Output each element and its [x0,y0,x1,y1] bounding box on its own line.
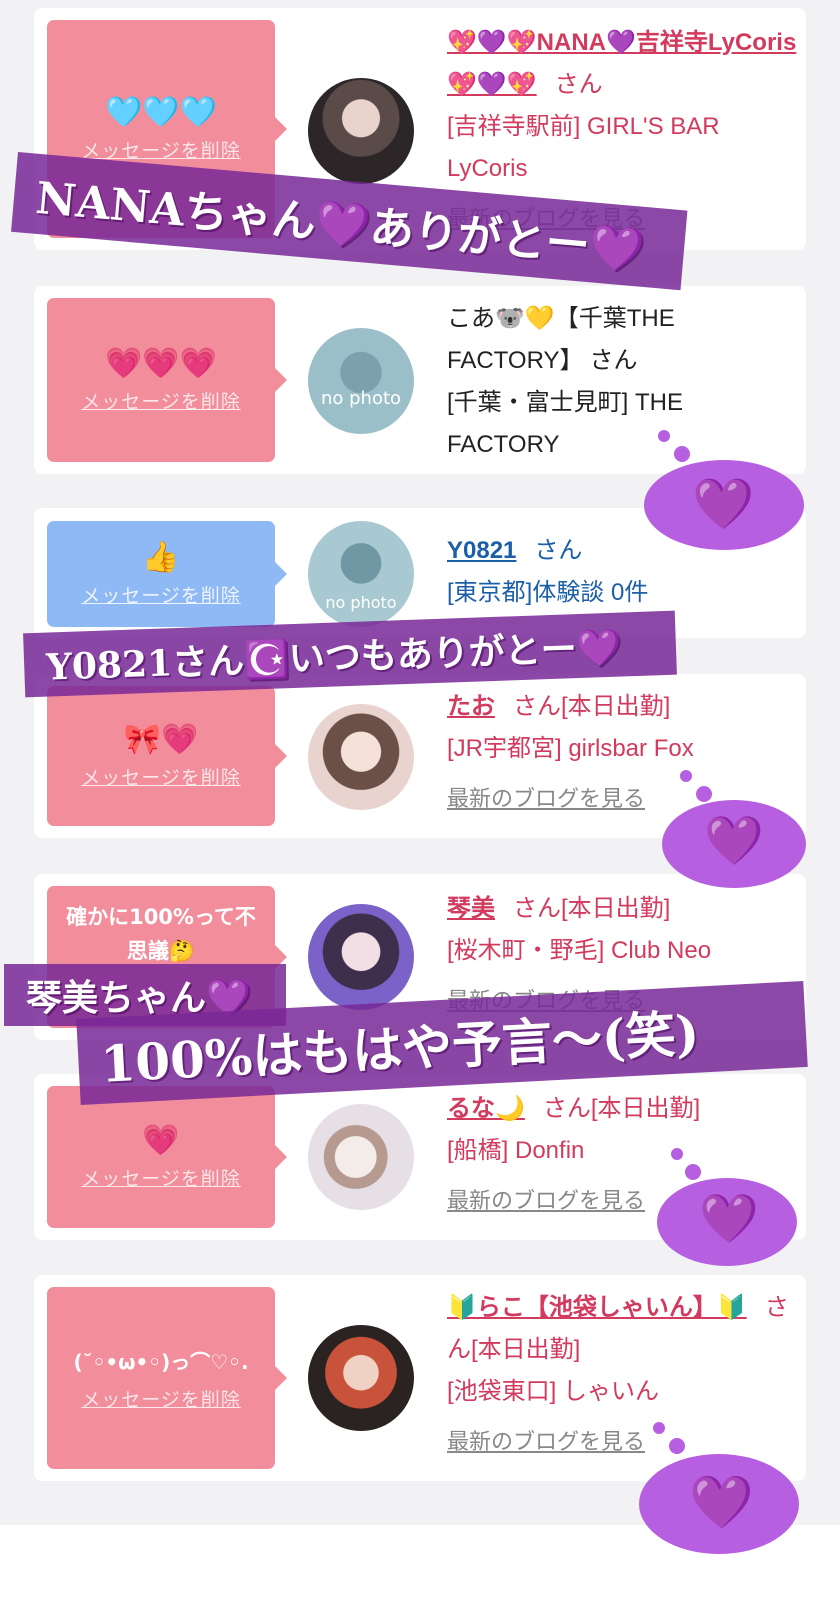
status-badge: [本日出勤] [561,895,671,922]
avatar[interactable] [308,78,414,184]
avatar[interactable]: no photo [308,328,414,434]
shop-name: [東京都]体験談 0件 [447,579,649,606]
avatar[interactable]: no photo [308,521,414,627]
delete-message-link[interactable]: メッセージを削除 [81,581,241,608]
thought-cloud: 💜 [640,430,810,550]
status-badge: [本日出勤] [590,1095,701,1122]
heart-icon: 💜 [699,1191,759,1247]
avatar[interactable] [308,704,414,810]
san-suffix: さん [513,693,561,720]
no-photo-label: no photo [320,388,402,409]
delete-message-link[interactable]: メッセージを削除 [81,763,241,790]
shop-name: [池袋東口] しゃいん [447,1378,660,1405]
san-suffix: さん [513,895,561,922]
san-suffix: さん [589,347,638,374]
message-text: 🎀💗 [123,721,199,757]
avatar[interactable] [308,1104,414,1210]
user-name-link[interactable]: たお [447,693,495,720]
heart-icon: 💜 [689,1473,754,1533]
message-bubble: 💗 メッセージを削除 [47,1086,287,1228]
user-name-link[interactable]: るな🌙 [447,1095,525,1122]
delete-message-link[interactable]: メッセージを削除 [81,1164,241,1191]
no-photo-label: no photo [325,593,397,612]
message-text: 🩵🩵🩵 [104,94,218,130]
heart-icon: 💜 [704,813,764,869]
san-suffix: さん [554,71,603,98]
message-bubble: (˘◦•ω•◦)っ⌒♡◦. メッセージを削除 [47,1287,287,1469]
message-text: 👍 [142,539,180,575]
shop-name: [桜木町・野毛] Club Neo [447,937,712,964]
shop-name: [吉祥寺駅前] GIRL'S BAR LyCoris [447,113,720,182]
user-name-link[interactable]: 💖💜💖NANA💜吉祥寺LyCoris💖💜💖 [447,29,796,98]
user-name-link[interactable]: 🔰らこ【池袋しゃいん】🔰 [447,1294,747,1321]
message-bubble: 🎀💗 メッセージを削除 [47,686,287,826]
thought-cloud: 💜 [635,1422,805,1562]
delete-message-link[interactable]: メッセージを削除 [81,387,241,414]
message-text: 💗 [142,1122,180,1158]
status-badge: [本日出勤] [471,1336,581,1363]
san-suffix: さん [534,537,583,564]
san-suffix: さん [542,1095,591,1122]
message-text: 確かに100%って不思議🤔 [66,905,256,963]
heart-icon: 💜 [692,475,755,533]
thought-cloud: 💜 [655,1148,800,1268]
avatar[interactable] [308,1325,414,1431]
user-name[interactable]: こあ🐨💛【千葉THE FACTORY】 [447,305,675,374]
user-name-link[interactable]: Y0821 [447,537,516,564]
delete-message-link[interactable]: メッセージを削除 [81,1385,241,1412]
message-text: 💗💗💗 [104,345,218,381]
delete-message-link[interactable]: メッセージを削除 [81,136,241,163]
message-bubble: 👍 メッセージを削除 [47,521,287,627]
status-badge: [本日出勤] [561,693,671,720]
avatar[interactable] [308,904,414,1010]
message-bubble: 💗💗💗 メッセージを削除 [47,298,287,462]
shop-name: [JR宇都宮] girlsbar Fox [447,735,694,762]
thought-cloud: 💜 [660,770,810,890]
message-text: (˘◦•ω•◦)っ⌒♡◦. [73,1349,249,1374]
user-name-link[interactable]: 琴美 [447,895,495,922]
